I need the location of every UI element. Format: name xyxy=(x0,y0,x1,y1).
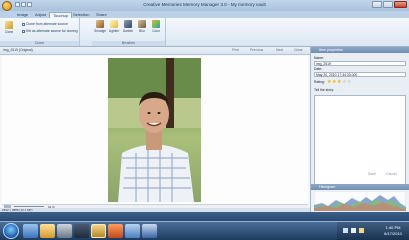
rating-label: Rating: xyxy=(314,80,325,84)
system-tray: 1:40 PM 6/17/2010 xyxy=(337,222,409,240)
blur-icon xyxy=(138,20,146,28)
histogram-header: Histogram xyxy=(311,184,409,190)
viewer-toolbar: img_2519 (Original) Print Previous Next … xyxy=(0,47,310,55)
flag-icon[interactable] xyxy=(359,228,364,233)
image-filename: img_2519 (Original) xyxy=(3,48,33,52)
brushes-group-label: Brushes xyxy=(92,41,165,46)
app-s-taskbar-icon[interactable] xyxy=(57,224,72,238)
cancel-button[interactable]: Cancel xyxy=(386,172,397,176)
clone-group-label: Clone xyxy=(0,41,79,46)
media-taskbar-icon[interactable] xyxy=(125,224,140,238)
rating-stars[interactable]: ★★★★★ xyxy=(327,79,352,85)
lighten-icon xyxy=(110,20,118,28)
taskbar: 1:40 PM 6/17/2010 xyxy=(0,221,409,240)
close-viewer-button[interactable]: Close xyxy=(294,48,303,52)
smudge-icon xyxy=(96,20,104,28)
word-taskbar-icon[interactable] xyxy=(142,224,157,238)
app-dark-taskbar-icon[interactable] xyxy=(74,224,89,238)
set-alt-source-option[interactable]: Set as alternate source for cloning xyxy=(22,29,77,33)
save-button[interactable]: Save xyxy=(368,172,376,176)
firefox-taskbar-icon[interactable] xyxy=(108,224,123,238)
ribbon: Clone Clone from alternate source Set as… xyxy=(0,18,409,47)
zoom-slider[interactable] xyxy=(14,206,44,207)
histogram-chart xyxy=(314,191,406,211)
date-field[interactable]: May 20, 2010 17:34:33.000 xyxy=(314,72,406,77)
clone-alt-source-icon xyxy=(22,22,25,26)
start-orb-icon[interactable] xyxy=(3,223,19,239)
name-field[interactable]: img_2519 xyxy=(314,61,406,66)
darken-button[interactable]: Darken xyxy=(122,20,134,33)
image-canvas[interactable] xyxy=(2,56,308,204)
clone-alt-source-option[interactable]: Clone from alternate source xyxy=(22,22,68,26)
darken-icon xyxy=(124,20,132,28)
explorer-taskbar-icon[interactable] xyxy=(40,224,55,238)
maximize-button[interactable] xyxy=(383,1,393,8)
date-label: Date: xyxy=(314,67,323,71)
clone-button[interactable]: Clone xyxy=(3,21,15,34)
name-label: Name: xyxy=(314,56,324,60)
close-window-button[interactable] xyxy=(394,1,407,8)
clone-stamp-icon xyxy=(5,21,13,29)
network-icon[interactable] xyxy=(343,228,348,233)
photo-image[interactable] xyxy=(108,58,201,202)
previous-button[interactable]: Previous xyxy=(250,48,263,52)
clone-group: Clone Clone from alternate source Set as… xyxy=(0,18,80,46)
ribbon-tabs: Image Adjust Touchup Selection Share xyxy=(0,11,409,18)
item-properties-header: Item properties xyxy=(311,47,409,53)
image-viewer: img_2519 (Original) Print Previous Next … xyxy=(0,47,310,212)
histogram-panel: Histogram xyxy=(310,184,409,212)
set-alt-source-checkbox xyxy=(22,29,25,33)
lighten-button[interactable]: Lighten xyxy=(108,20,120,33)
memory-manager-taskbar-icon[interactable] xyxy=(91,224,106,238)
story-label: Tell the story: xyxy=(314,88,334,92)
brushes-group: Smudge Lighten Darken Blur Color Brushes xyxy=(92,18,166,46)
ie-taskbar-icon[interactable] xyxy=(23,224,38,238)
blur-button[interactable]: Blur xyxy=(136,20,148,33)
desktop-strip xyxy=(0,212,409,221)
smudge-button[interactable]: Smudge xyxy=(94,20,106,33)
taskbar-clock[interactable]: 1:40 PM 6/17/2010 xyxy=(382,225,404,237)
portrait-photo-icon xyxy=(108,58,201,202)
window-title: Creative Memories Memory Manager 3.0 - M… xyxy=(143,2,266,7)
next-button[interactable]: Next xyxy=(276,48,283,52)
minimize-button[interactable] xyxy=(372,1,382,8)
volume-icon[interactable] xyxy=(351,228,356,233)
color-button[interactable]: Color xyxy=(150,20,162,33)
print-button[interactable]: Print xyxy=(232,48,239,52)
color-brush-icon xyxy=(152,20,160,28)
